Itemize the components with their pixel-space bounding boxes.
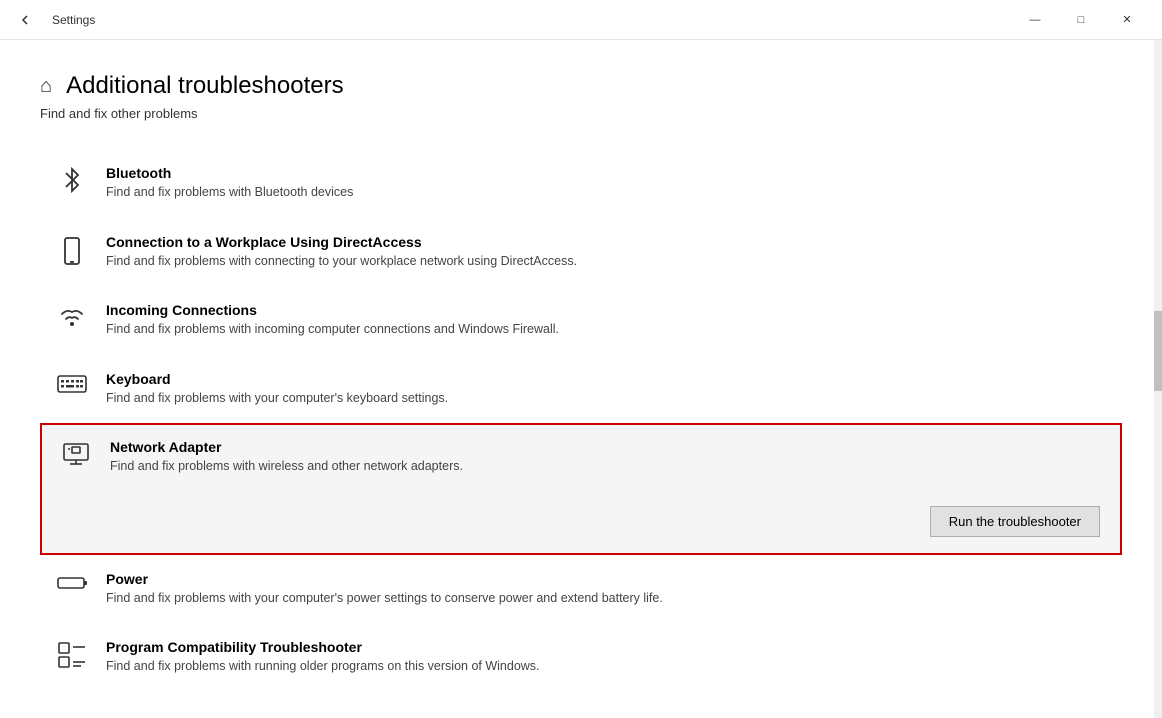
directaccess-name: Connection to a Workplace Using DirectAc… — [106, 234, 1108, 250]
content-area: ⌂ Additional troubleshooters Find and fi… — [0, 40, 1162, 718]
keyboard-item[interactable]: Keyboard Find and fix problems with your… — [40, 355, 1122, 424]
titlebar-left: Settings — [12, 6, 95, 34]
main-scroll[interactable]: ⌂ Additional troubleshooters Find and fi… — [0, 40, 1162, 718]
directaccess-item[interactable]: Connection to a Workplace Using DirectAc… — [40, 218, 1122, 287]
page-header: ⌂ Additional troubleshooters — [40, 72, 1122, 100]
back-button[interactable] — [12, 6, 40, 34]
network-adapter-name: Network Adapter — [110, 439, 1104, 455]
bluetooth-desc: Find and fix problems with Bluetooth dev… — [106, 184, 1108, 202]
signal-icon — [54, 302, 90, 328]
keyboard-item-top: Keyboard Find and fix problems with your… — [54, 371, 1108, 408]
bluetooth-name: Bluetooth — [106, 165, 1108, 181]
list-icon — [54, 639, 90, 669]
power-desc: Find and fix problems with your computer… — [106, 590, 1108, 608]
program-compat-name: Program Compatibility Troubleshooter — [106, 639, 1108, 655]
troubleshooter-list: Bluetooth Find and fix problems with Blu… — [40, 149, 1122, 692]
program-compat-desc: Find and fix problems with running older… — [106, 658, 1108, 676]
bluetooth-item[interactable]: Bluetooth Find and fix problems with Blu… — [40, 149, 1122, 218]
keyboard-icon — [54, 371, 90, 395]
directaccess-item-top: Connection to a Workplace Using DirectAc… — [54, 234, 1108, 271]
network-adapter-desc: Find and fix problems with wireless and … — [110, 458, 1104, 476]
titlebar-title: Settings — [52, 13, 95, 27]
close-button[interactable]: ✕ — [1104, 0, 1150, 40]
incoming-desc: Find and fix problems with incoming comp… — [106, 321, 1108, 339]
power-name: Power — [106, 571, 1108, 587]
run-troubleshooter-button[interactable]: Run the troubleshooter — [930, 506, 1100, 537]
power-icon — [54, 571, 90, 593]
incoming-name: Incoming Connections — [106, 302, 1108, 318]
incoming-text: Incoming Connections Find and fix proble… — [106, 302, 1108, 339]
incoming-item-top: Incoming Connections Find and fix proble… — [54, 302, 1108, 339]
directaccess-text: Connection to a Workplace Using DirectAc… — [106, 234, 1108, 271]
incoming-item[interactable]: Incoming Connections Find and fix proble… — [40, 286, 1122, 355]
maximize-button[interactable]: □ — [1058, 0, 1104, 40]
network-adapter-icon — [58, 439, 94, 467]
directaccess-desc: Find and fix problems with connecting to… — [106, 253, 1108, 271]
home-icon: ⌂ — [40, 75, 52, 98]
keyboard-desc: Find and fix problems with your computer… — [106, 390, 1108, 408]
power-text: Power Find and fix problems with your co… — [106, 571, 1108, 608]
bluetooth-text: Bluetooth Find and fix problems with Blu… — [106, 165, 1108, 202]
scrollbar-track[interactable] — [1154, 40, 1162, 718]
phone-icon — [54, 234, 90, 266]
page-subtitle: Find and fix other problems — [40, 106, 1122, 121]
scrollbar-thumb[interactable] — [1154, 311, 1162, 391]
page-title: Additional troubleshooters — [66, 72, 344, 100]
network-adapter-action: Run the troubleshooter — [58, 506, 1104, 537]
network-adapter-item-top: Network Adapter Find and fix problems wi… — [58, 439, 1104, 476]
keyboard-text: Keyboard Find and fix problems with your… — [106, 371, 1108, 408]
program-compat-item[interactable]: Program Compatibility Troubleshooter Fin… — [40, 623, 1122, 692]
bluetooth-icon — [54, 165, 90, 193]
window-controls: — □ ✕ — [1012, 0, 1150, 40]
program-compat-item-top: Program Compatibility Troubleshooter Fin… — [54, 639, 1108, 676]
program-compat-text: Program Compatibility Troubleshooter Fin… — [106, 639, 1108, 676]
keyboard-name: Keyboard — [106, 371, 1108, 387]
titlebar: Settings — □ ✕ — [0, 0, 1162, 40]
power-item-top: Power Find and fix problems with your co… — [54, 571, 1108, 608]
bluetooth-item-top: Bluetooth Find and fix problems with Blu… — [54, 165, 1108, 202]
network-adapter-text: Network Adapter Find and fix problems wi… — [110, 439, 1104, 476]
power-item[interactable]: Power Find and fix problems with your co… — [40, 555, 1122, 624]
minimize-button[interactable]: — — [1012, 0, 1058, 40]
network-adapter-item[interactable]: Network Adapter Find and fix problems wi… — [40, 423, 1122, 555]
